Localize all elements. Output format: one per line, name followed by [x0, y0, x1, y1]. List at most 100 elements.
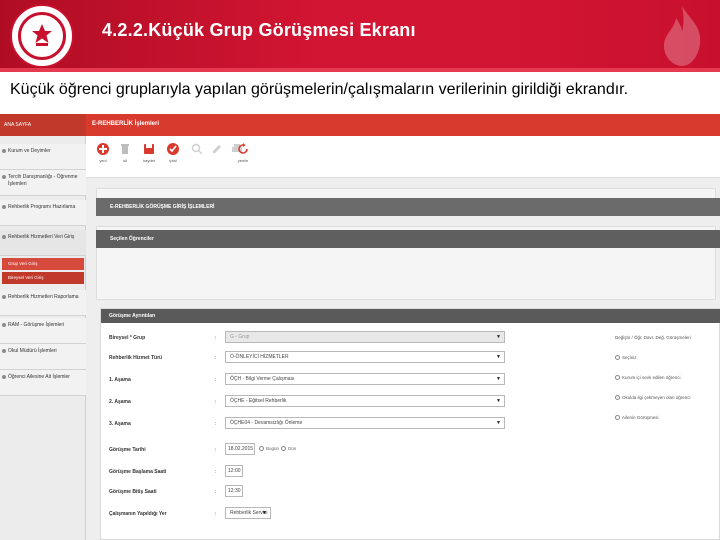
- sidebar-subitem[interactable]: Bireysel Veri Giriş: [2, 272, 84, 284]
- check-icon: [167, 143, 179, 155]
- bullet-icon: [2, 349, 6, 353]
- bullet-icon: [2, 323, 6, 327]
- page-title: 4.2.2.Küçük Grup Görüşmesi Ekranı: [102, 20, 416, 40]
- sidebar-item-label: Rehberlik Hizmetleri Veri Giriş: [8, 234, 75, 240]
- chevron-down-icon: ▼: [496, 334, 501, 340]
- form-label-type: Bireysel * Grup: [109, 335, 146, 341]
- chevron-down-icon: ▼: [496, 376, 501, 382]
- right-option-label: Seçiniz: [622, 355, 637, 360]
- app-topbar: E-REHBERLİK İşlemleri: [86, 114, 720, 136]
- form-header: Görüşme Ayrıntıları: [101, 309, 720, 323]
- cancel-button-label: iptal: [169, 158, 177, 163]
- stage3-select-value: ÖÇHE04 - Devamsızlığı Önleme: [230, 420, 303, 426]
- service-type-select[interactable]: Ö-ÖNLEYİCİ HİZMETLER ▼: [225, 351, 505, 363]
- date-today-radio[interactable]: Bugün: [259, 446, 280, 452]
- right-option[interactable]: Okulda ilgi çekmeyen olan öğrenci: [615, 395, 691, 401]
- sidebar-item[interactable]: Okul Müdürü İşlemleri: [0, 344, 86, 370]
- header-band: 4.2.2.Küçük Grup Görüşmesi Ekranı: [0, 0, 720, 72]
- form-label-place: Çalışmanın Yapıldığı Yer: [109, 511, 167, 517]
- colon: :: [215, 511, 217, 517]
- colon: :: [215, 447, 217, 453]
- sidebar-item-label: Rehberlik Hizmetleri Raporlama: [8, 294, 79, 300]
- service-type-select-value: Ö-ÖNLEYİCİ HİZMETLER: [230, 354, 289, 360]
- stage3-select[interactable]: ÖÇHE04 - Devamsızlığı Önleme ▼: [225, 417, 505, 429]
- right-option-label: Ailenin Görüşmesi: [622, 415, 659, 420]
- sidebar-item-label: RAM - Görüşme İşlemleri: [8, 322, 65, 328]
- chevron-down-icon: ▼: [496, 420, 501, 426]
- sidebar-item-label: Tercih Danışmanlığı - Öğrenme İşlemleri: [8, 174, 78, 187]
- colon: :: [215, 399, 217, 405]
- colon: :: [215, 355, 217, 361]
- new-button-label: yeni: [99, 158, 107, 163]
- form-label-service: Rehberlik Hizmet Türü: [109, 355, 163, 361]
- sidebar-item[interactable]: Rehberlik Hizmetleri Veri Giriş: [0, 230, 86, 256]
- sidebar-item[interactable]: Kurum ve Deyimler: [0, 144, 86, 170]
- refresh-button-label: yenile: [237, 158, 249, 163]
- stage2-select[interactable]: ÖÇHE - Eğitsel Rehberlik ▼: [225, 395, 505, 407]
- plus-icon: [97, 143, 109, 155]
- right-option-label: Okulda ilgi çekmeyen olan öğrenci: [622, 395, 691, 400]
- cancel-button[interactable]: iptal: [160, 142, 186, 174]
- radio-icon: [615, 375, 620, 381]
- toolbar: yeni sil kaydet iptal yenile: [86, 136, 720, 178]
- form-label-start: Görüşme Başlama Saati: [109, 469, 167, 475]
- end-time-input[interactable]: 12:30: [225, 485, 243, 497]
- colon: :: [215, 469, 217, 475]
- right-option[interactable]: Seçiniz: [615, 355, 637, 361]
- stage1-select[interactable]: ÖÇH - Bilgi Verme Çalışması ▼: [225, 373, 505, 385]
- right-option[interactable]: Kurum içi sevk edilen öğrenci: [615, 375, 681, 381]
- ministry-logo: [10, 4, 74, 68]
- delete-button-label: sil: [123, 158, 127, 163]
- radio-icon: [615, 355, 620, 361]
- search-icon: [191, 143, 203, 155]
- start-time-input[interactable]: 12:00: [225, 465, 243, 477]
- colon: :: [215, 335, 217, 341]
- sidebar-item[interactable]: RAM - Görüşme İşlemleri: [0, 318, 86, 344]
- chevron-down-icon: ▼: [262, 510, 267, 516]
- radio-icon: [615, 395, 620, 401]
- sidebar-item-label: Okul Müdürü İşlemleri: [8, 348, 57, 354]
- stage2-select-value: ÖÇHE - Eğitsel Rehberlik: [230, 398, 287, 404]
- form-label-stage2: 2. Aşama: [109, 399, 131, 405]
- trash-icon: [121, 144, 129, 154]
- form-label-date: Görüşme Tarihi: [109, 447, 146, 453]
- refresh-icon: [238, 143, 248, 154]
- sidebar-item[interactable]: Öğrenci Ailesine Ait İşlemler: [0, 370, 86, 396]
- sidebar-item[interactable]: Tercih Danışmanlığı - Öğrenme İşlemleri: [0, 170, 86, 196]
- sidebar-item-label: Öğrenci Ailesine Ait İşlemler: [8, 374, 70, 380]
- save-button-label: kaydet: [143, 158, 155, 163]
- colon: :: [215, 421, 217, 427]
- bullet-icon: [2, 175, 6, 179]
- radio-icon: [615, 415, 620, 421]
- form-label-stage3: 3. Aşama: [109, 421, 131, 427]
- form-label-stage1: 1. Aşama: [109, 377, 131, 383]
- date-input[interactable]: 18.02.2015: [225, 443, 255, 455]
- page-subtitle: Küçük öğrenci gruplarıyla yapılan görüşm…: [10, 81, 629, 98]
- students-section-header: Seçilen Öğrenciler: [96, 230, 720, 248]
- delete-button[interactable]: sil: [112, 142, 138, 174]
- refresh-button[interactable]: yenile: [230, 142, 256, 174]
- sidebar: ANA SAYFA Kurum ve Deyimler Tercih Danış…: [0, 114, 86, 540]
- colon: :: [215, 377, 217, 383]
- chevron-down-icon: ▼: [496, 398, 501, 404]
- stage1-select-value: ÖÇH - Bilgi Verme Çalışması: [230, 376, 295, 382]
- header-divider: [0, 68, 720, 72]
- slide: 4.2.2.Küçük Grup Görüşmesi Ekranı Küçük …: [0, 0, 720, 540]
- save-button[interactable]: kaydet: [136, 142, 162, 174]
- type-select-value: G - Grup: [230, 334, 250, 340]
- colon: :: [215, 489, 217, 495]
- right-option-label: Kurum içi sevk edilen öğrenci: [622, 375, 681, 380]
- details-form: Görüşme Ayrıntıları Bireysel * Grup : G …: [100, 308, 720, 540]
- sidebar-item[interactable]: Rehberlik Programı Hazırlama: [0, 200, 86, 226]
- bullet-icon: [2, 295, 6, 299]
- sidebar-subitem[interactable]: Grup Veri Giriş: [2, 258, 84, 270]
- date-today-label: Bugün: [266, 446, 280, 451]
- type-select[interactable]: G - Grup ▼: [225, 331, 505, 343]
- edit-icon: [213, 145, 221, 153]
- date-yesterday-radio[interactable]: Dün: [281, 446, 296, 452]
- radio-icon: [259, 446, 264, 452]
- sidebar-home[interactable]: ANA SAYFA: [0, 114, 86, 136]
- right-option[interactable]: Ailenin Görüşmesi: [615, 415, 659, 421]
- place-select[interactable]: Rehberlik Servisi ▼: [225, 507, 271, 519]
- sidebar-item[interactable]: Rehberlik Hizmetleri Raporlama: [0, 290, 86, 316]
